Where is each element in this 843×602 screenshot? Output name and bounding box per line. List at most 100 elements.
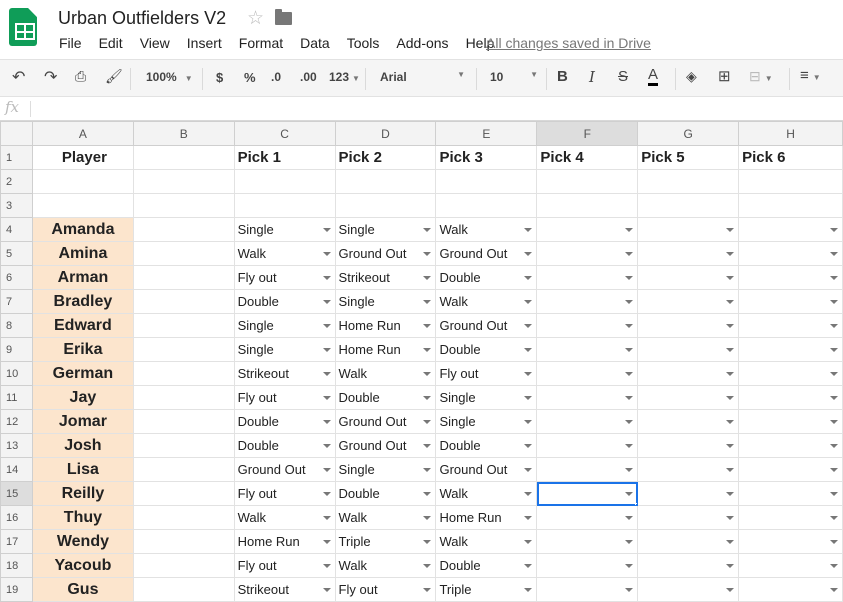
pick-dropdown-cell[interactable]: [738, 457, 843, 482]
sheets-logo-icon[interactable]: [9, 8, 37, 46]
pick-dropdown-cell[interactable]: Walk: [435, 289, 538, 314]
pick-dropdown-cell[interactable]: Single: [233, 217, 336, 242]
grid-cell[interactable]: [132, 385, 235, 410]
player-name-cell[interactable]: Arman: [31, 265, 134, 290]
column-header[interactable]: H: [738, 121, 843, 146]
row-header[interactable]: 19: [0, 577, 33, 602]
player-name-cell[interactable]: Wendy: [31, 529, 134, 554]
pick-dropdown-cell[interactable]: [637, 241, 740, 266]
pick-dropdown-cell[interactable]: Double: [435, 265, 538, 290]
dropdown-arrow-icon[interactable]: [322, 516, 331, 520]
pick-dropdown-cell[interactable]: [738, 529, 843, 554]
dropdown-arrow-icon[interactable]: [830, 420, 838, 424]
dropdown-arrow-icon[interactable]: [625, 588, 634, 592]
dropdown-arrow-icon[interactable]: [830, 468, 838, 472]
pick-column-heading[interactable]: Pick 4: [536, 145, 639, 170]
dropdown-arrow-icon[interactable]: [830, 540, 838, 544]
dropdown-arrow-icon[interactable]: [524, 252, 533, 256]
grid-cell[interactable]: [132, 241, 235, 266]
player-name-cell[interactable]: Josh: [31, 433, 134, 458]
pick-dropdown-cell[interactable]: Fly out: [233, 265, 336, 290]
dropdown-arrow-icon[interactable]: [625, 252, 634, 256]
dropdown-arrow-icon[interactable]: [726, 444, 735, 448]
menu-format[interactable]: Format: [239, 35, 283, 51]
row-header[interactable]: 9: [0, 337, 33, 362]
row-header[interactable]: 17: [0, 529, 33, 554]
pick-dropdown-cell[interactable]: Double: [334, 481, 437, 506]
pick-dropdown-cell[interactable]: [738, 433, 843, 458]
grid-cell[interactable]: [132, 433, 235, 458]
dropdown-arrow-icon[interactable]: [726, 420, 735, 424]
dropdown-arrow-icon[interactable]: [830, 348, 838, 352]
pick-dropdown-cell[interactable]: Single: [334, 289, 437, 314]
dropdown-arrow-icon[interactable]: [726, 276, 735, 280]
dropdown-arrow-icon[interactable]: [423, 444, 432, 448]
pick-dropdown-cell[interactable]: Ground Out: [435, 241, 538, 266]
pick-dropdown-cell[interactable]: Ground Out: [435, 313, 538, 338]
pick-dropdown-cell[interactable]: [536, 457, 639, 482]
dropdown-arrow-icon[interactable]: [625, 324, 634, 328]
row-header[interactable]: 5: [0, 241, 33, 266]
dropdown-arrow-icon[interactable]: [322, 252, 331, 256]
more-formats-select[interactable]: 123 ▼: [329, 70, 360, 84]
font-select[interactable]: Arial ▼: [380, 70, 465, 84]
pick-column-heading[interactable]: Pick 1: [233, 145, 336, 170]
dropdown-arrow-icon[interactable]: [625, 396, 634, 400]
player-name-cell[interactable]: Reilly: [31, 481, 134, 506]
dropdown-arrow-icon[interactable]: [830, 588, 838, 592]
dropdown-arrow-icon[interactable]: [726, 372, 735, 376]
grid-cell[interactable]: [738, 193, 843, 218]
grid-cell[interactable]: [132, 505, 235, 530]
pick-dropdown-cell[interactable]: Single: [334, 217, 437, 242]
grid-cell[interactable]: [132, 169, 235, 194]
column-header[interactable]: B: [132, 121, 235, 146]
dropdown-arrow-icon[interactable]: [322, 468, 331, 472]
player-name-cell[interactable]: Thuy: [31, 505, 134, 530]
column-header[interactable]: F: [536, 121, 639, 146]
dropdown-arrow-icon[interactable]: [726, 588, 735, 592]
dropdown-arrow-icon[interactable]: [423, 228, 432, 232]
grid-cell[interactable]: [536, 169, 639, 194]
dropdown-arrow-icon[interactable]: [625, 540, 634, 544]
dropdown-arrow-icon[interactable]: [322, 372, 331, 376]
increase-decimal-button[interactable]: .00: [300, 70, 317, 84]
pick-dropdown-cell[interactable]: Strikeout: [334, 265, 437, 290]
dropdown-arrow-icon[interactable]: [423, 468, 432, 472]
dropdown-arrow-icon[interactable]: [625, 300, 634, 304]
pick-dropdown-cell[interactable]: Double: [435, 433, 538, 458]
pick-dropdown-cell[interactable]: [738, 265, 843, 290]
pick-dropdown-cell[interactable]: [637, 385, 740, 410]
pick-dropdown-cell[interactable]: [738, 217, 843, 242]
dropdown-arrow-icon[interactable]: [322, 300, 331, 304]
pick-dropdown-cell[interactable]: Home Run: [334, 313, 437, 338]
pick-dropdown-cell[interactable]: [536, 385, 639, 410]
pick-dropdown-cell[interactable]: [738, 577, 843, 602]
player-name-cell[interactable]: Jomar: [31, 409, 134, 434]
pick-dropdown-cell[interactable]: [637, 265, 740, 290]
pick-dropdown-cell[interactable]: [536, 505, 639, 530]
dropdown-arrow-icon[interactable]: [423, 348, 432, 352]
player-name-cell[interactable]: Bradley: [31, 289, 134, 314]
dropdown-arrow-icon[interactable]: [625, 516, 634, 520]
dropdown-arrow-icon[interactable]: [726, 564, 735, 568]
pick-column-heading[interactable]: Pick 5: [637, 145, 740, 170]
dropdown-arrow-icon[interactable]: [524, 228, 533, 232]
pick-dropdown-cell[interactable]: Double: [334, 385, 437, 410]
dropdown-arrow-icon[interactable]: [322, 564, 331, 568]
grid-cell[interactable]: [435, 169, 538, 194]
grid-cell[interactable]: [132, 577, 235, 602]
player-name-cell[interactable]: Yacoub: [31, 553, 134, 578]
dropdown-arrow-icon[interactable]: [524, 588, 533, 592]
pick-dropdown-cell[interactable]: [536, 577, 639, 602]
pick-dropdown-cell[interactable]: Ground Out: [435, 457, 538, 482]
row-header[interactable]: 2: [0, 169, 33, 194]
row-header[interactable]: 10: [0, 361, 33, 386]
pick-dropdown-cell[interactable]: Fly out: [334, 577, 437, 602]
grid-cell[interactable]: [132, 361, 235, 386]
row-header[interactable]: 16: [0, 505, 33, 530]
player-column-heading[interactable]: Player: [31, 145, 134, 170]
player-name-cell[interactable]: Amanda: [31, 217, 134, 242]
grid-cell[interactable]: [132, 217, 235, 242]
dropdown-arrow-icon[interactable]: [423, 372, 432, 376]
dropdown-arrow-icon[interactable]: [322, 396, 331, 400]
